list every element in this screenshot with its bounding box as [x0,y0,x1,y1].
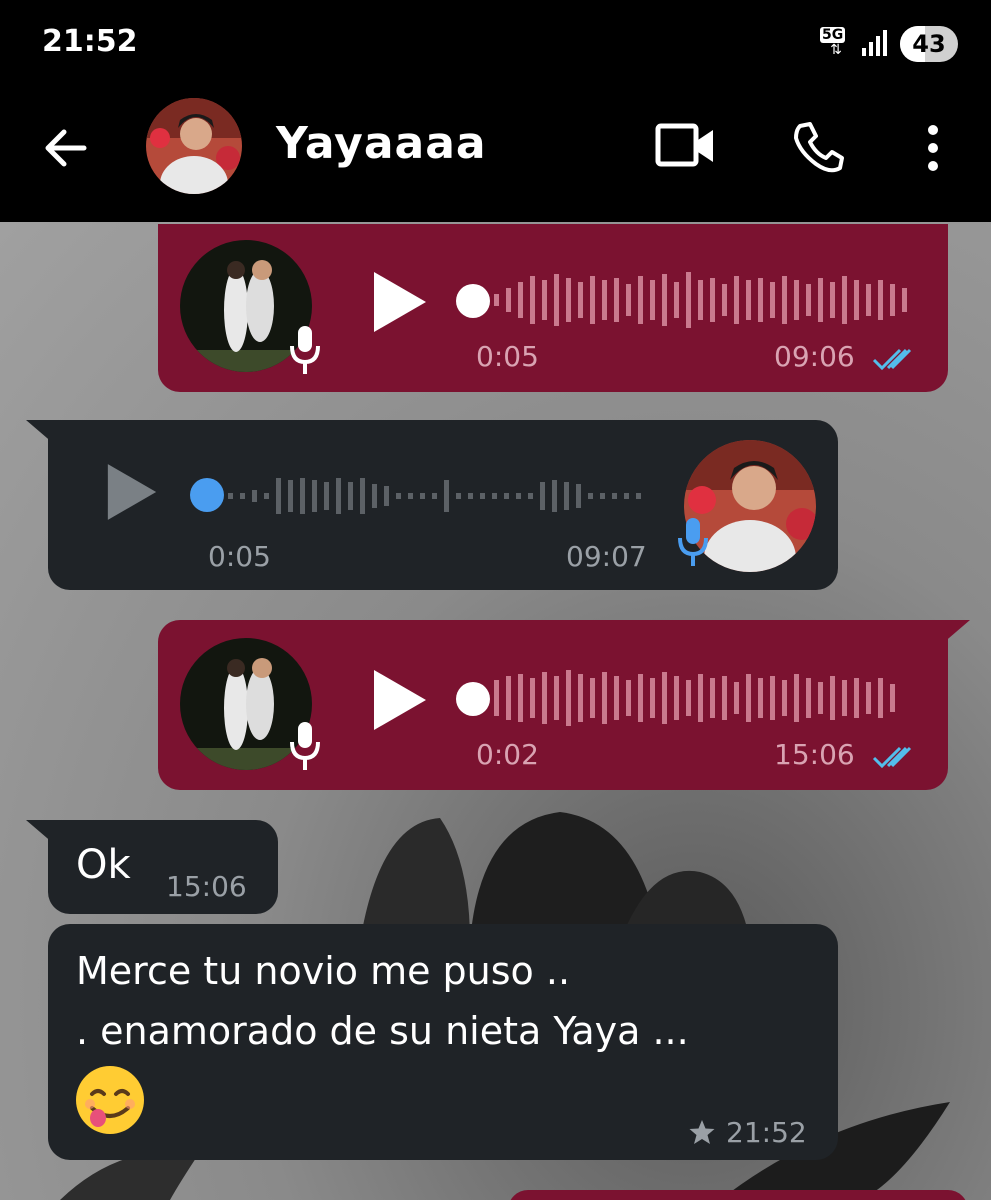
chat-area[interactable]: 0:05 09:06 0:05 09:07 0:02 15:06 Ok 15:0… [0,222,991,1200]
message-text: Ok [76,842,131,888]
message-text-line-2: . enamorado de su nieta Yaya ... [76,1009,689,1053]
play-icon[interactable] [372,668,428,732]
message-time: 15:06 [166,870,247,903]
chat-header: Yayaaaa [0,90,991,222]
smiling-face-tongue-icon [76,1066,144,1134]
bubble-tail [26,420,54,444]
voice-call-icon[interactable] [790,120,846,176]
message-time: 21:52 [726,1116,807,1149]
battery-indicator: 43 [900,26,958,62]
starred-icon [689,1120,715,1144]
voice-duration: 0:05 [476,340,539,373]
contact-avatar[interactable] [146,98,242,194]
message-text-line-1: Merce tu novio me puso .. [76,949,571,993]
status-time: 21:52 [42,24,138,59]
playback-dot[interactable] [190,478,224,512]
signal-icon [862,30,890,56]
contact-name[interactable]: Yayaaaa [276,118,487,169]
read-receipt-icon [872,746,912,769]
bubble-tail [26,820,54,844]
voice-duration: 0:02 [476,738,539,771]
back-arrow-icon[interactable] [40,120,96,176]
message-time: 09:06 [774,340,855,373]
microphone-icon [290,326,320,374]
status-bar: 21:52 5G ⇅ 43 [0,0,991,90]
video-call-icon[interactable] [655,120,717,172]
voice-duration: 0:05 [208,540,271,573]
bubble-tail [942,620,970,644]
playback-dot[interactable] [456,284,490,318]
play-icon[interactable] [372,270,428,334]
play-icon[interactable] [106,462,158,522]
microphone-icon [678,518,708,566]
network-5g-icon: 5G ⇅ [820,27,846,58]
message-time: 09:07 [566,540,647,573]
more-options-icon[interactable] [918,120,948,176]
waveform[interactable] [226,464,650,528]
playback-dot[interactable] [456,682,490,716]
voice-message-outgoing-partial[interactable] [508,1190,968,1200]
waveform[interactable] [492,666,912,730]
read-receipt-icon [872,348,912,371]
microphone-icon [290,722,320,770]
waveform[interactable] [492,268,912,332]
message-time: 15:06 [774,738,855,771]
